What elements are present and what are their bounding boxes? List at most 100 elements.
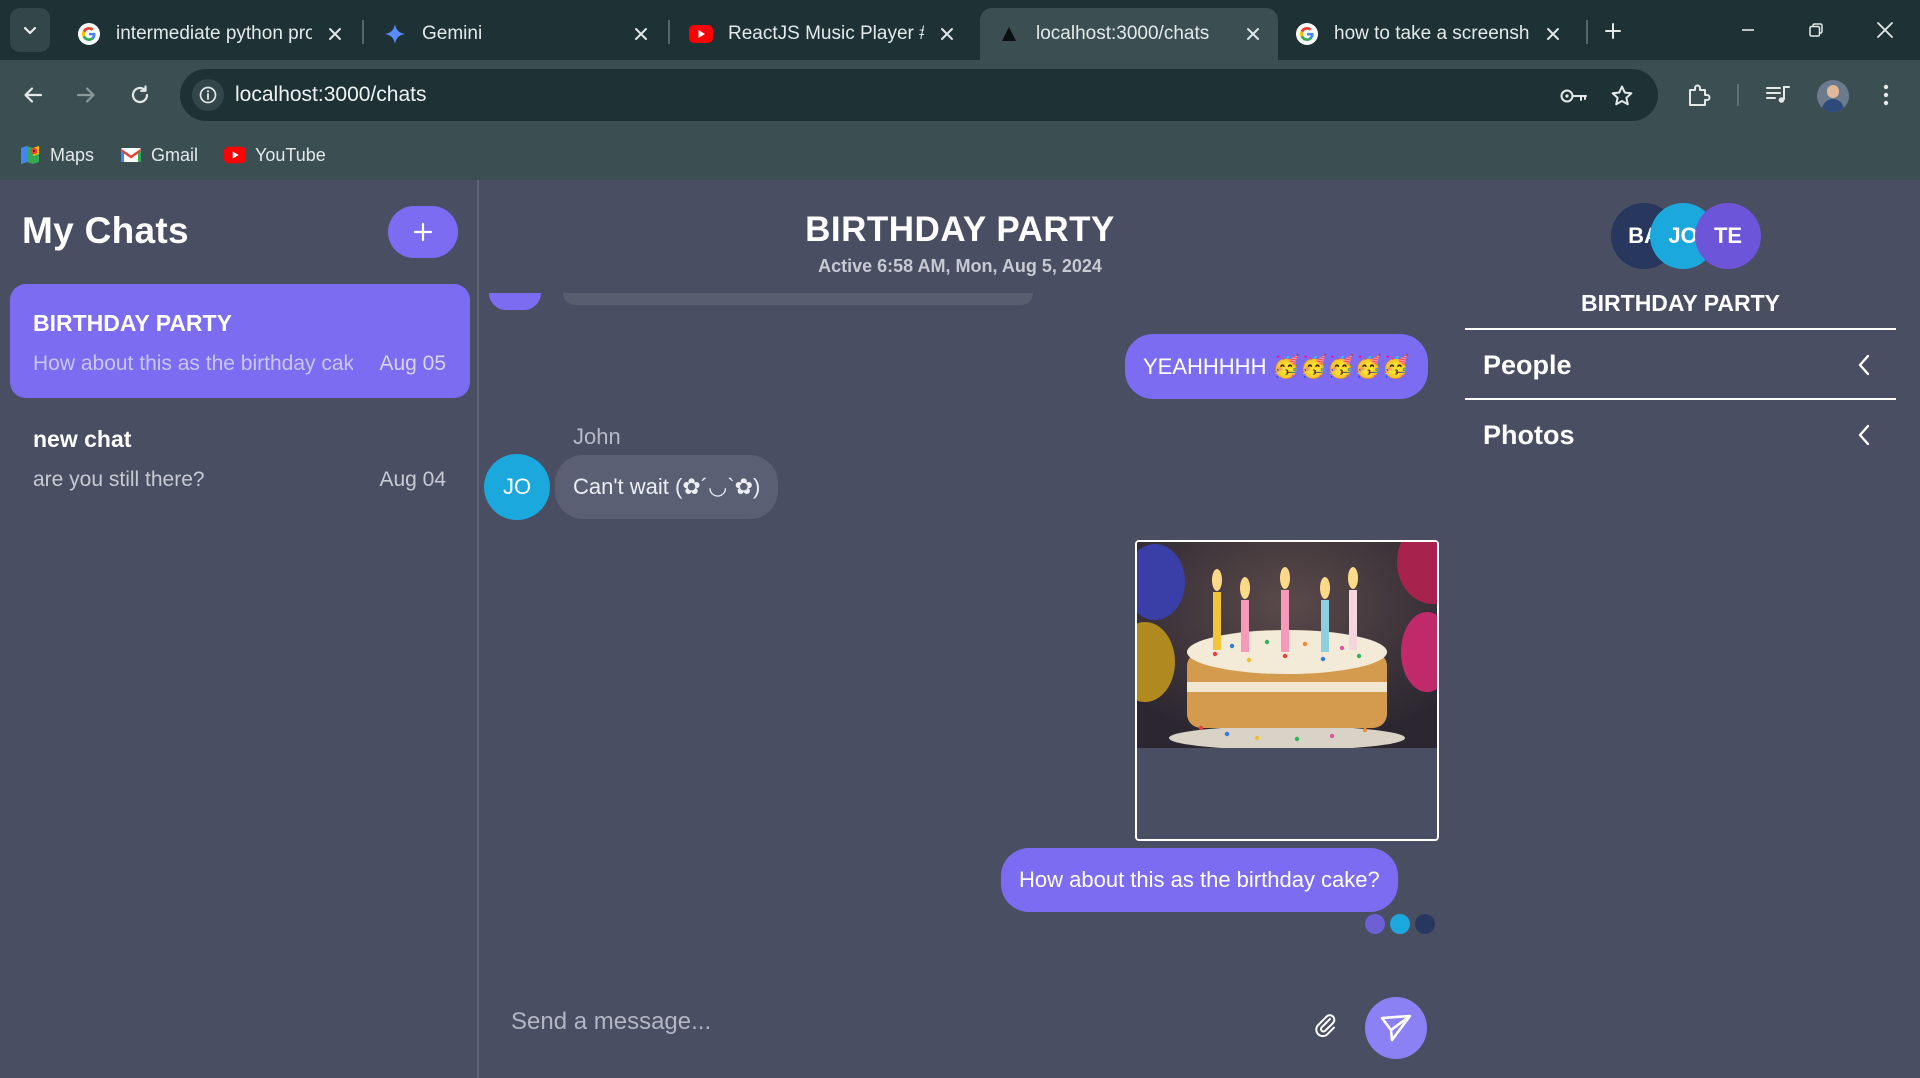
tab-title: intermediate python proj [116, 23, 312, 44]
chat-app: My Chats BIRTHDAY PARTY How about this a… [0, 180, 1920, 1078]
password-key-button[interactable] [1560, 82, 1588, 110]
toolbar-divider [1737, 84, 1739, 106]
tab-divider [668, 20, 670, 44]
bookmark-label: YouTube [255, 144, 326, 165]
plus-icon [1604, 22, 1622, 40]
send-message-button[interactable] [1365, 997, 1427, 1059]
chat-details-panel: BA JO TE BIRTHDAY PARTY People Photos [1441, 180, 1920, 1078]
bookmark-label: Gmail [151, 144, 199, 165]
address-bar[interactable]: localhost:3000/chats [180, 69, 1658, 121]
app-icon [996, 21, 1022, 47]
new-chat-button[interactable] [388, 206, 458, 258]
message-bubble-theirs: Can't wait (✿´◡`✿) [555, 455, 779, 519]
previous-message-avatar [489, 293, 541, 310]
read-receipt-avatar [1390, 914, 1410, 934]
member-avatar-stack: BA JO TE [1611, 203, 1771, 271]
media-control-button[interactable] [1762, 79, 1794, 111]
read-receipt-avatar [1415, 914, 1435, 934]
previous-message-bubble [563, 293, 1033, 305]
close-icon [1876, 21, 1894, 39]
chat-title: BIRTHDAY PARTY [805, 210, 1115, 249]
message-input[interactable] [511, 1002, 1291, 1042]
close-icon[interactable] [630, 23, 652, 45]
bookmark-youtube[interactable]: YouTube [224, 140, 326, 170]
browser-toolbar: localhost:3000/chats [0, 60, 1920, 130]
details-section-people[interactable]: People [1465, 328, 1896, 398]
profile-body [1822, 99, 1844, 112]
paperclip-icon [1313, 1012, 1339, 1038]
sender-avatar: JO [484, 454, 550, 520]
bookmarks-bar: Maps Gmail YouTube [0, 130, 1920, 180]
details-section-photos[interactable]: Photos [1465, 398, 1896, 468]
new-tab-button[interactable] [1598, 16, 1628, 46]
info-icon [199, 86, 217, 104]
gmail-icon [120, 144, 142, 166]
chat-item-title: BIRTHDAY PARTY [33, 310, 232, 336]
chevron-down-icon [22, 22, 38, 38]
chat-item-preview: How about this as the birthday cake? [33, 352, 353, 375]
close-icon[interactable] [1542, 23, 1564, 45]
member-avatar: TE [1695, 203, 1761, 269]
chat-item-date: Aug 04 [379, 468, 446, 491]
tab-search-button[interactable] [10, 8, 50, 52]
close-icon[interactable] [1242, 23, 1264, 45]
queue-music-icon [1765, 84, 1791, 106]
message-sender-name: John [573, 424, 621, 449]
browser-menu-button[interactable] [1870, 79, 1902, 111]
section-label: People [1483, 350, 1572, 380]
minimize-button[interactable] [1728, 10, 1768, 50]
bookmark-label: Maps [50, 144, 95, 165]
chat-item-date: Aug 05 [379, 352, 446, 375]
bookmark-maps[interactable]: Maps [19, 140, 94, 170]
profile-avatar[interactable] [1817, 80, 1849, 112]
google-icon [76, 21, 102, 47]
puzzle-icon [1686, 82, 1712, 108]
chat-item-preview: are you still there? [33, 468, 205, 491]
forward-button[interactable] [68, 77, 104, 113]
more-vertical-icon [1882, 83, 1890, 107]
section-label: Photos [1483, 420, 1575, 450]
arrow-left-icon [22, 84, 44, 106]
tab-title: ReactJS Music Player #1: [728, 23, 924, 44]
chat-list-item-active[interactable]: BIRTHDAY PARTY How about this as the bir… [10, 284, 470, 398]
read-receipt-avatar [1365, 914, 1385, 934]
attach-file-button[interactable] [1311, 1010, 1341, 1040]
plus-icon [412, 221, 434, 243]
site-info-button[interactable] [192, 79, 224, 111]
close-icon[interactable] [324, 23, 346, 45]
birthday-cake-image [1137, 542, 1437, 750]
extensions-button[interactable] [1683, 79, 1715, 111]
tab-divider [362, 20, 364, 44]
browser-tab[interactable]: ReactJS Music Player #1: [672, 8, 972, 60]
minimize-icon [1740, 22, 1756, 38]
close-window-button[interactable] [1865, 10, 1905, 50]
chat-active-status: Active 6:58 AM, Mon, Aug 5, 2024 [818, 256, 1102, 276]
restore-button[interactable] [1796, 10, 1836, 50]
details-group-name: BIRTHDAY PARTY [1581, 290, 1780, 316]
youtube-icon [688, 21, 714, 47]
reload-button[interactable] [122, 77, 158, 113]
browser-tab[interactable]: intermediate python proj [60, 8, 360, 60]
chat-feed: BIRTHDAY PARTY Active 6:58 AM, Mon, Aug … [481, 180, 1439, 1078]
chat-item-title: new chat [33, 426, 132, 452]
chat-list-item[interactable]: new chat are you still there? Aug 04 [10, 400, 470, 514]
browser-tab-active[interactable]: localhost:3000/chats [980, 8, 1278, 60]
tab-title: how to take a screenshot [1334, 23, 1530, 44]
key-icon [1560, 87, 1588, 105]
sidebar-title: My Chats [22, 210, 189, 251]
message-text: YEAHHHHH 🥳🥳🥳🥳🥳 [1143, 353, 1410, 379]
close-icon[interactable] [936, 23, 958, 45]
tab-divider [1586, 20, 1588, 44]
message-bubble-mine: How about this as the birthday cake? [1001, 848, 1398, 912]
bookmark-star-button[interactable] [1608, 82, 1636, 110]
chevron-left-icon [1852, 352, 1876, 378]
bookmark-gmail[interactable]: Gmail [120, 140, 198, 170]
star-icon [1610, 84, 1634, 108]
back-button[interactable] [15, 77, 51, 113]
message-image[interactable] [1135, 540, 1439, 841]
arrow-right-icon [75, 84, 97, 106]
profile-head [1827, 85, 1839, 98]
browser-tab[interactable]: Gemini [366, 8, 666, 60]
tab-title: localhost:3000/chats [1036, 23, 1210, 44]
browser-tab[interactable]: how to take a screenshot [1278, 8, 1578, 60]
